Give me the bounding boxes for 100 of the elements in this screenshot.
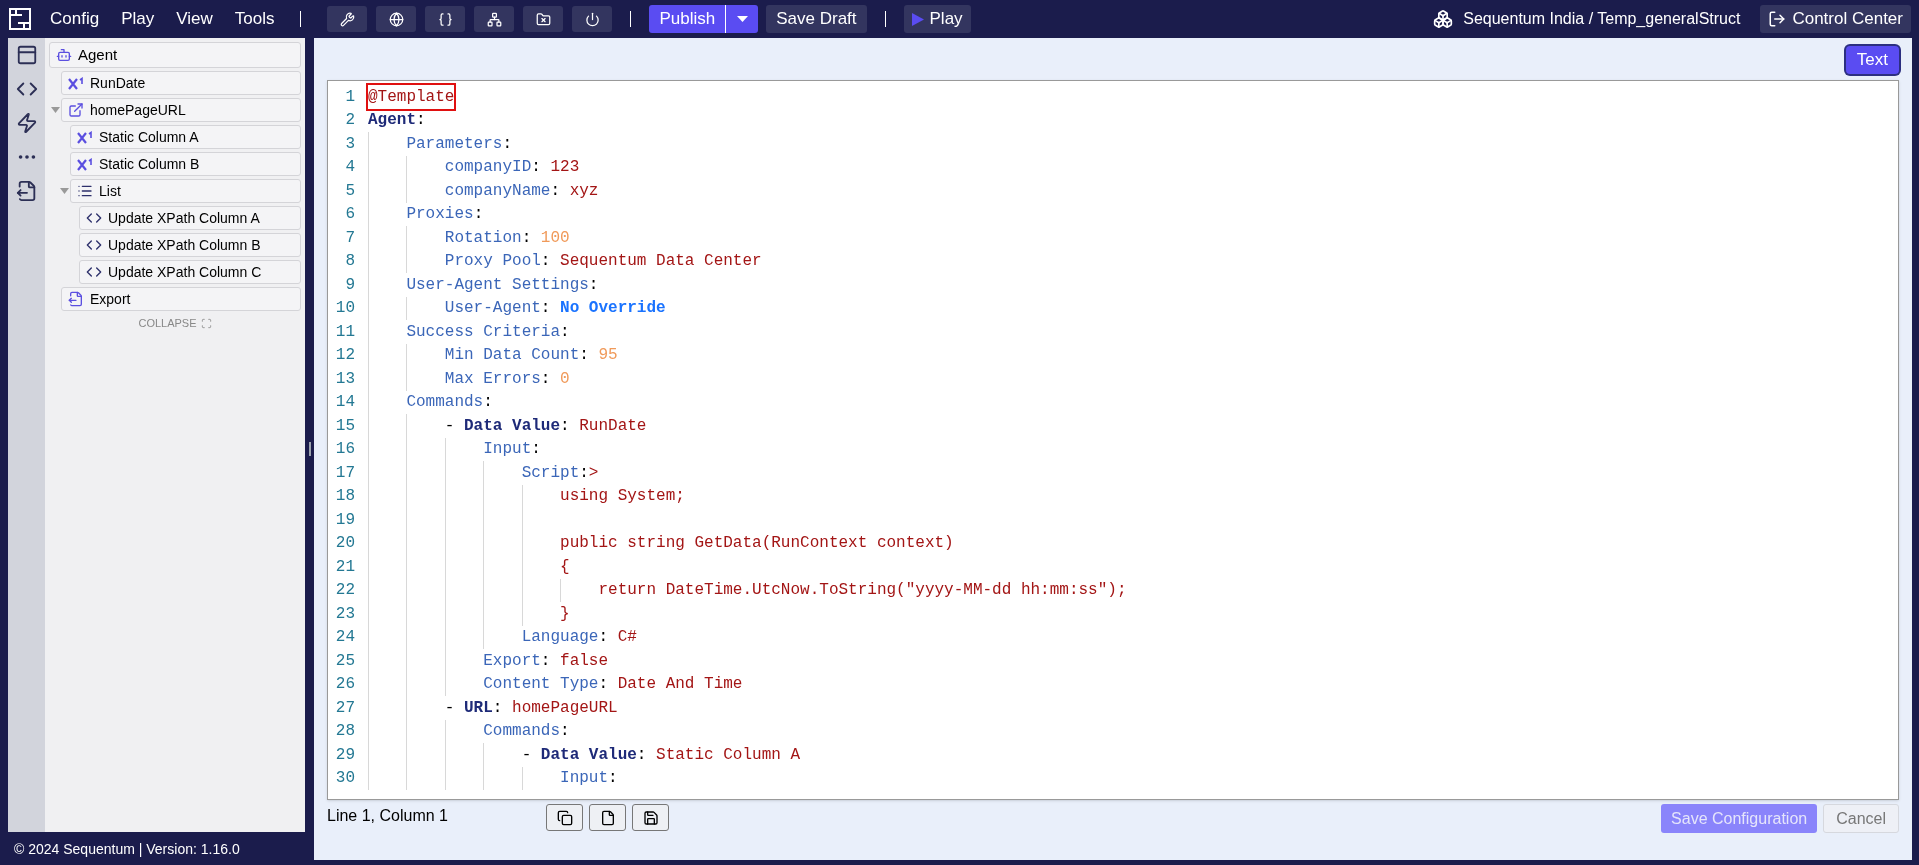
line-number: 5 [344, 180, 355, 202]
line-number: 13 [334, 368, 355, 390]
logo-icon[interactable] [8, 7, 32, 31]
line-number: 21 [334, 556, 355, 578]
line-number: 12 [334, 345, 355, 367]
tree-item[interactable]: Export [61, 287, 301, 311]
line-number: 15 [334, 415, 355, 437]
code-icon [86, 210, 102, 226]
caret-icon [736, 16, 748, 22]
line-number: 26 [334, 674, 355, 696]
tree-item[interactable]: Update XPath Column C [79, 260, 301, 284]
line-number: 25 [334, 650, 355, 672]
bolt-icon[interactable] [15, 112, 38, 134]
play-button[interactable]: Play [903, 5, 971, 33]
code-icon [86, 237, 102, 253]
line-number: 23 [334, 603, 355, 625]
line-number: 10 [334, 298, 355, 320]
line-number: 3 [344, 133, 355, 155]
tree-item[interactable]: homePageURL [61, 98, 301, 122]
code-line: - Data Value: Static Column A [520, 744, 801, 766]
line-number: 8 [344, 251, 355, 273]
code-line: return DateTime.UtcNow.ToString("yyyy-MM-dd hh:mm:ss"); [597, 580, 1127, 602]
export-icon[interactable] [15, 180, 38, 202]
footer-text: © 2024 Sequentum | Version: 1.16.0 [13, 840, 241, 859]
menu-item[interactable]: Play [121, 6, 155, 32]
file-export-icon [68, 291, 84, 307]
code-line: { [559, 556, 570, 578]
code-line: Script:> [520, 462, 599, 484]
code-line: - Data Value: RunDate [443, 415, 647, 437]
code-line: Agent: [368, 110, 426, 132]
copy-button[interactable] [546, 804, 583, 831]
menu-item[interactable]: Tools [234, 6, 275, 32]
line-number: 22 [334, 580, 355, 602]
code-line: Proxy Pool: Sequentum Data Center [443, 251, 762, 273]
file-button[interactable] [589, 804, 626, 831]
code-line: - URL: homePageURL [443, 697, 618, 719]
cursor-position: Line 1, Column 1 [327, 806, 449, 826]
project-path: Sequentum India / Temp_generalStruct [1463, 9, 1741, 29]
toolbar-button[interactable] [523, 6, 564, 32]
code-line: Content Type: Date And Time [482, 674, 743, 696]
tools-icon [339, 11, 355, 27]
superscript-x-icon [77, 130, 93, 144]
toolbar-button[interactable] [376, 6, 417, 32]
play-icon [911, 12, 924, 26]
line-number: 6 [344, 204, 355, 226]
file-icon [599, 809, 616, 826]
power-button[interactable] [572, 6, 613, 32]
power-icon [584, 11, 600, 27]
tree-item[interactable]: RunDate [61, 71, 301, 95]
save-icon [642, 809, 659, 826]
line-number: 7 [344, 227, 355, 249]
toolbar-button[interactable] [327, 6, 368, 32]
menu-item[interactable]: Config [50, 6, 100, 32]
code-icon [86, 264, 102, 280]
code-line: Parameters: [405, 133, 513, 155]
line-number: 2 [344, 110, 355, 132]
code-line: User-Agent Settings: [405, 274, 599, 296]
code-line: Commands: [405, 392, 493, 414]
tree-item[interactable]: Update XPath Column B [79, 233, 301, 257]
code-line: Min Data Count: 95 [443, 345, 618, 367]
list-icon [77, 183, 93, 199]
copy-icon [556, 809, 573, 826]
tree-item[interactable]: List [70, 179, 301, 203]
line-number: 11 [334, 321, 355, 343]
template-tag: @Template [368, 84, 455, 109]
line-number: 20 [334, 533, 355, 555]
line-number: 30 [334, 768, 355, 790]
text-mode-button[interactable]: Text [1845, 46, 1899, 74]
toolbar-button[interactable] [425, 6, 466, 32]
superscript-x-icon [77, 157, 93, 171]
tree-item[interactable]: Update XPath Column A [79, 206, 301, 230]
code-line: Export: false [482, 650, 609, 672]
code-line: Rotation: 100 [443, 227, 570, 249]
tree-item[interactable]: Static Column A [70, 125, 301, 149]
line-number: 17 [334, 462, 355, 484]
superscript-x-icon [68, 76, 84, 90]
menu-item[interactable]: View [176, 6, 213, 32]
toolbar-button[interactable] [474, 6, 515, 32]
code-line: companyID: 123 [443, 157, 580, 179]
line-number: 1 [344, 86, 355, 108]
tree-item[interactable]: Static Column B [70, 152, 301, 176]
external-link-icon [68, 102, 84, 118]
robot-icon [56, 47, 72, 63]
code-line: Success Criteria: [405, 321, 570, 343]
line-number: 19 [334, 509, 355, 531]
line-number: 28 [334, 721, 355, 743]
line-number: 9 [344, 274, 355, 296]
exit-icon [1768, 10, 1787, 28]
code-line: companyName: xyz [443, 180, 599, 202]
code-line: User-Agent: No Override [443, 298, 666, 320]
panel-icon[interactable] [15, 44, 38, 66]
control-center-button[interactable]: Control Center [1760, 5, 1911, 33]
network-icon [486, 11, 502, 27]
line-number: 24 [334, 627, 355, 649]
save-draft-button[interactable]: Save Draft [766, 5, 867, 33]
tree-item[interactable]: Agent [49, 42, 301, 68]
code-line: Input: [559, 768, 618, 790]
line-number: 4 [344, 157, 355, 179]
line-number: 16 [334, 439, 355, 461]
save-button[interactable] [632, 804, 669, 831]
